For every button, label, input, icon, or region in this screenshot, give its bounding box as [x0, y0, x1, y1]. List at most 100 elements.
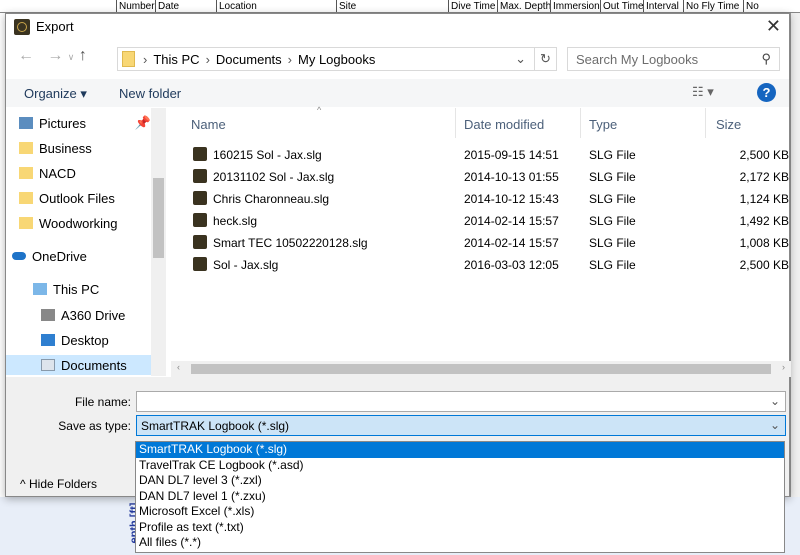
bg-col: Number [116, 0, 155, 12]
pictures-icon [19, 117, 33, 129]
file-date: 2014-02-14 15:57 [464, 236, 559, 250]
sidebar-item-label: OneDrive [32, 248, 87, 264]
sidebar-item-label: Woodworking [39, 215, 118, 231]
save-type-value: SmartTRAK Logbook (*.slg) [141, 419, 290, 433]
file-type: SLG File [589, 148, 636, 162]
file-date: 2014-10-12 15:43 [464, 192, 559, 206]
forward-icon[interactable]: → [47, 47, 63, 64]
column-size[interactable]: Size [706, 108, 791, 138]
column-label: Type [589, 117, 618, 132]
file-date: 2014-02-14 15:57 [464, 214, 559, 228]
new-folder-button[interactable]: New folder [119, 86, 181, 101]
folder-icon [122, 51, 135, 67]
sidebar-scrollbar[interactable] [151, 108, 166, 376]
sidebar-item-business[interactable]: Business [19, 138, 151, 158]
scroll-left-icon[interactable]: ‹ [177, 362, 180, 372]
search-icon: ⚲ [761, 51, 771, 66]
file-size: 2,500 KB [739, 148, 789, 162]
column-type[interactable]: Type [581, 108, 706, 138]
save-type-option[interactable]: SmartTRAK Logbook (*.slg) [136, 442, 784, 458]
sidebar-item-documents[interactable]: Documents [6, 355, 151, 375]
hide-folders-label: Hide Folders [28, 477, 98, 491]
nav-buttons: ← → ∨ ↑ [18, 47, 87, 65]
bg-col: Out Time [600, 0, 644, 12]
hide-folders-button[interactable]: ^ Hide Folders [20, 477, 97, 491]
save-type-option[interactable]: DAN DL7 level 1 (*.zxu) [136, 489, 784, 505]
sidebar-item-onedrive[interactable]: OneDrive [12, 246, 144, 266]
sidebar-item-nacd[interactable]: NACD [19, 163, 151, 183]
chevron-down-icon[interactable]: ⌄ [770, 394, 780, 408]
sidebar-item-woodworking[interactable]: Woodworking [19, 213, 151, 233]
file-date: 2016-03-03 12:05 [464, 258, 559, 272]
file-row[interactable]: Smart TEC 10502220128.slg 2014-02-14 15:… [189, 232, 789, 254]
breadcrumb-this-pc[interactable]: This PC [153, 52, 199, 67]
slg-file-icon [193, 235, 207, 249]
column-date-modified[interactable]: Date modified [456, 108, 581, 138]
search-input[interactable]: Search My Logbooks ⚲ [567, 47, 780, 71]
column-name[interactable]: ^ Name [171, 105, 456, 138]
breadcrumb-documents[interactable]: Documents [216, 52, 282, 67]
organize-button[interactable]: Organize ▾ [24, 86, 87, 102]
slg-file-icon [193, 213, 207, 227]
background-panel [790, 13, 800, 555]
chevron-right-icon: › [143, 51, 148, 67]
chevron-up-icon: ^ [20, 477, 26, 491]
file-size: 1,492 KB [739, 214, 789, 228]
pin-icon[interactable]: 📌 [135, 115, 151, 131]
bg-col: Dive Time [448, 0, 495, 12]
sidebar-item-label: Outlook Files [39, 190, 115, 206]
file-row[interactable]: Sol - Jax.slg 2016-03-03 12:05 SLG File … [189, 254, 789, 276]
file-row[interactable]: 20131102 Sol - Jax.slg 2014-10-13 01:55 … [189, 166, 789, 188]
bg-col: Immersion [550, 0, 600, 12]
save-type-dropdown: SmartTRAK Logbook (*.slg) TravelTrak CE L… [135, 441, 785, 553]
sidebar-item-pictures[interactable]: Pictures 📌 [19, 113, 151, 133]
file-row[interactable]: Chris Charonneau.slg 2014-10-12 15:43 SL… [189, 188, 789, 210]
sort-arrow-icon: ^ [317, 105, 322, 115]
save-type-option[interactable]: All files (*.*) [136, 535, 784, 551]
sidebar-item-this-pc[interactable]: This PC [33, 279, 165, 299]
scrollbar-thumb[interactable] [153, 178, 164, 258]
bg-col: Site [336, 0, 356, 12]
file-name-input[interactable]: ⌄ [136, 391, 786, 412]
save-type-option[interactable]: Profile as text (*.txt) [136, 520, 784, 536]
sidebar-item-label: NACD [39, 165, 76, 181]
help-button[interactable]: ? [757, 83, 776, 102]
file-type: SLG File [589, 170, 636, 184]
save-type-option[interactable]: Microsoft Excel (*.xls) [136, 504, 784, 520]
view-options-icon[interactable]: ☷ ▾ [692, 84, 714, 100]
refresh-icon[interactable]: ↻ [534, 48, 556, 70]
bg-col: Date [155, 0, 179, 12]
file-size: 2,172 KB [739, 170, 789, 184]
column-label: Date modified [464, 117, 545, 132]
scrollbar-thumb[interactable] [191, 364, 771, 374]
scroll-right-icon[interactable]: › [782, 362, 785, 372]
file-list: ^ Name Date modified Type Size 160215 Sol… [171, 105, 791, 376]
save-type-option[interactable]: DAN DL7 level 3 (*.zxl) [136, 473, 784, 489]
sidebar-item-outlook-files[interactable]: Outlook Files [19, 188, 151, 208]
save-type-option[interactable]: TravelTrak CE Logbook (*.asd) [136, 458, 784, 474]
file-row[interactable]: 160215 Sol - Jax.slg 2015-09-15 14:51 SL… [189, 144, 789, 166]
documents-icon [41, 359, 55, 371]
column-label: Size [716, 117, 742, 132]
file-name: Sol - Jax.slg [213, 258, 279, 272]
horizontal-scrollbar[interactable]: ‹ › [171, 361, 791, 377]
file-row[interactable]: heck.slg 2014-02-14 15:57 SLG File 1,492… [189, 210, 789, 232]
chevron-down-icon[interactable]: ⌄ [515, 51, 526, 67]
app-icon [14, 19, 30, 35]
file-date: 2015-09-15 14:51 [464, 148, 559, 162]
cloud-icon [12, 252, 26, 260]
back-icon[interactable]: ← [18, 47, 34, 64]
recent-chevron-icon[interactable]: ∨ [68, 52, 75, 62]
sidebar-item-label: Desktop [61, 332, 109, 348]
sidebar-item-label: Pictures [39, 115, 86, 131]
address-bar[interactable]: › This PC › Documents › My Logbooks ⌄ ↻ [117, 47, 557, 71]
close-button[interactable]: ✕ [766, 16, 781, 37]
up-icon[interactable]: ↑ [79, 47, 87, 64]
title-bar: Export ✕ [6, 14, 789, 42]
save-type-select[interactable]: SmartTRAK Logbook (*.slg) ⌄ [136, 415, 786, 436]
file-type: SLG File [589, 236, 636, 250]
file-name: 20131102 Sol - Jax.slg [213, 170, 335, 184]
breadcrumb-my-logbooks[interactable]: My Logbooks [298, 52, 375, 67]
desktop-icon [41, 334, 55, 346]
chevron-down-icon[interactable]: ⌄ [770, 418, 780, 432]
